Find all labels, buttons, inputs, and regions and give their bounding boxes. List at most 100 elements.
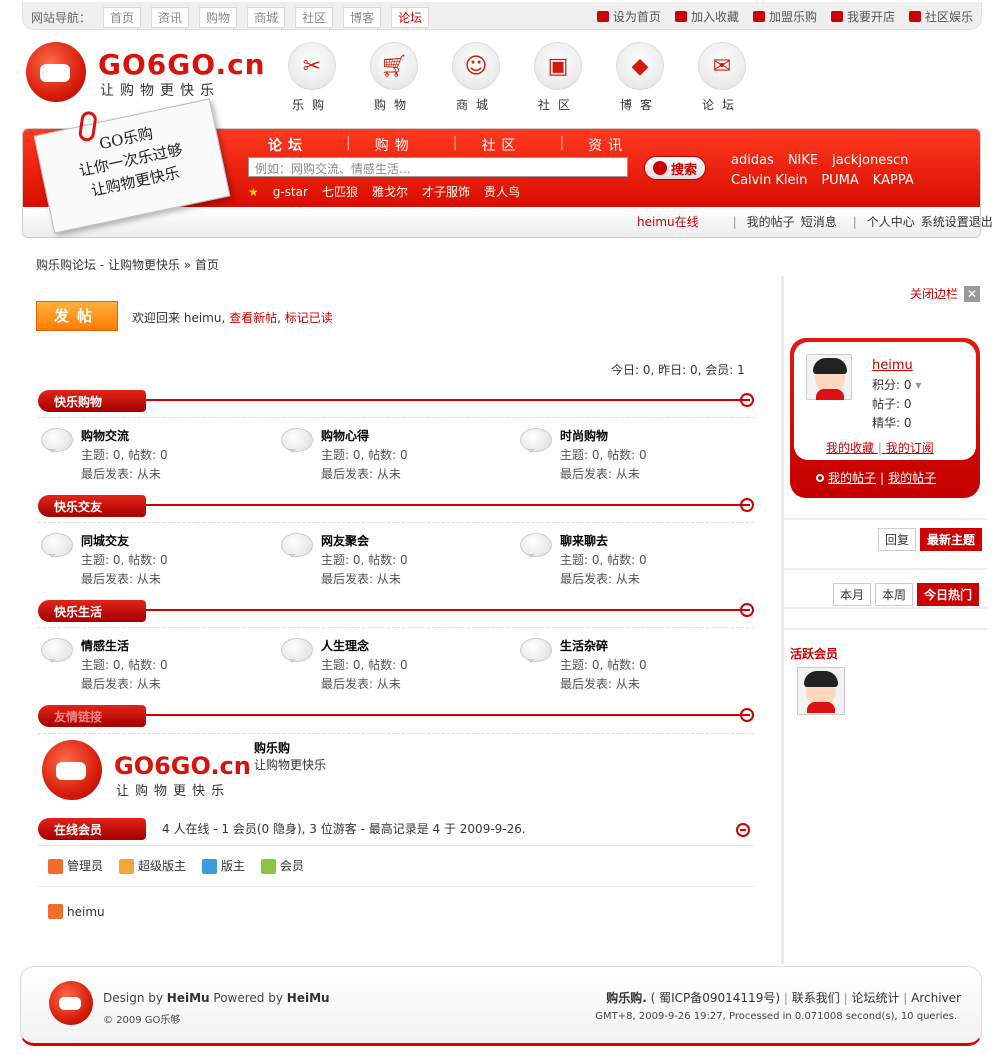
close-sidebar[interactable]: 关闭边栏 ✕ [910,285,981,302]
my-favorites-link[interactable]: 我的收藏 [826,441,874,455]
new-post-button[interactable]: 发帖 [36,301,118,331]
site-nav-item-forum[interactable]: 论坛 [391,7,430,28]
collapse-icon[interactable] [740,393,754,407]
forum-item[interactable]: 网友聚会 主题: 0, 帖数: 0 最后发表: 从未 [281,533,521,593]
friend-link-logo[interactable]: GO6GO.cn 让购物更快乐 [42,740,252,802]
brand-link[interactable]: NIKE [788,151,818,171]
category-title[interactable]: 快乐购物 [38,390,146,412]
search-button[interactable]: 搜索 [644,156,706,180]
brand-link[interactable]: KAPPA [873,171,914,191]
tab-this-week[interactable]: 本周 [875,583,914,606]
active-member-avatar[interactable] [797,667,845,715]
forum-item[interactable]: 聊来聊去 主题: 0, 帖数: 0 最后发表: 从未 [520,533,760,593]
site-nav-item-home[interactable]: 首页 [103,7,142,28]
tab-shopping[interactable]: 购物 [375,135,435,155]
footer-icp[interactable]: ( 蜀ICP备09014119号) [651,991,780,1005]
online-user[interactable]: heimu [48,904,105,919]
forum-item[interactable]: 生活杂碎 主题: 0, 帖数: 0 最后发表: 从未 [520,638,760,698]
site-nav-item-community[interactable]: 社区 [295,7,334,28]
my-posts-link[interactable]: 我的帖子 [888,469,936,486]
avatar[interactable] [806,354,852,400]
channel-blog[interactable]: ◆ 博客 [616,42,698,113]
messages-link[interactable]: 短消息 [801,213,837,230]
breadcrumb-site[interactable]: 购乐购论坛 - 让购物更快乐 [36,258,180,272]
collapse-icon[interactable] [740,498,754,512]
brand-link[interactable]: PUMA [821,171,858,191]
brand-link[interactable]: Calvin Klein [731,171,807,191]
tab-latest-topics[interactable]: 最新主题 [920,528,983,551]
profile-username[interactable]: heimu [872,358,913,373]
contact-link[interactable]: 联系我们 [792,991,840,1005]
channel-mall[interactable]: ☺ 商城 [452,42,534,113]
open-shop-link[interactable]: 我要开店 [830,8,895,25]
add-favorite-link[interactable]: 加入收藏 [674,8,739,25]
site-nav-item-blog[interactable]: 博客 [343,7,382,28]
tab-forum[interactable]: 论坛 [268,135,328,163]
forum-name[interactable]: 购物心得 [321,427,369,444]
join-link[interactable]: 加盟乐购 [752,8,817,25]
forum-name[interactable]: 网友聚会 [321,532,369,549]
forum-item[interactable]: 同城交友 主题: 0, 帖数: 0 最后发表: 从未 [41,533,281,593]
close-sidebar-label[interactable]: 关闭边栏 [910,285,958,302]
channel-legou[interactable]: ✂ 乐购 [288,42,370,113]
stats-link[interactable]: 论坛统计 [851,991,899,1005]
online-username[interactable]: heimu在线 [637,213,699,230]
forum-name[interactable]: 聊来聊去 [560,532,608,549]
forum-item[interactable]: 购物交流 主题: 0, 帖数: 0 最后发表: 从未 [41,428,281,488]
footer-powerer[interactable]: HeiMu [287,991,330,1005]
footer-designer[interactable]: HeiMu [167,991,210,1005]
archiver-link[interactable]: Archiver [911,991,961,1005]
site-nav-item-shopping[interactable]: 购物 [199,7,238,28]
channel-forum[interactable]: ✉ 论坛 [698,42,780,113]
hot-word[interactable]: 七匹狼 [322,183,358,200]
my-subscriptions-link[interactable]: 我的订阅 [886,441,934,455]
forum-name[interactable]: 购物交流 [81,427,129,444]
forum-name[interactable]: 情感生活 [81,637,129,654]
settings-link[interactable]: 系统设置 [921,213,969,230]
tab-news[interactable]: 资讯 [588,135,648,155]
forum-item[interactable]: 人生理念 主题: 0, 帖数: 0 最后发表: 从未 [281,638,521,698]
footer-site-name[interactable]: 购乐购. [606,991,647,1005]
site-logo[interactable]: GO6GO.cn 让购物更快乐 [26,42,265,104]
category-title[interactable]: 快乐生活 [38,600,146,622]
forum-name[interactable]: 时尚购物 [560,427,608,444]
collapse-icon[interactable] [740,708,754,722]
logout-link[interactable]: 退出 [969,213,993,230]
forum-item[interactable]: 购物心得 主题: 0, 帖数: 0 最后发表: 从未 [281,428,521,488]
online-title[interactable]: 在线会员 [38,818,146,840]
set-homepage-link[interactable]: 设为首页 [596,8,661,25]
channel-shopping[interactable]: 🛒︎ 购物 [370,42,452,113]
forum-name[interactable]: 同城交友 [81,532,129,549]
tab-community[interactable]: 社区 [481,135,541,155]
search-input[interactable]: 例如：网购交流、情感生活... [248,157,628,177]
forum-item[interactable]: 情感生活 主题: 0, 帖数: 0 最后发表: 从未 [41,638,281,698]
collapse-icon[interactable] [736,823,750,837]
tab-today-hot[interactable]: 今日热门 [917,583,980,606]
channel-community[interactable]: ▣ 社区 [534,42,616,113]
mark-read-link[interactable]: 标记已读 [285,311,333,325]
forum-name[interactable]: 人生理念 [321,637,369,654]
online-username[interactable]: heimu [67,905,105,919]
brand-link[interactable]: adidas [731,151,774,171]
collapse-icon[interactable] [740,603,754,617]
brand-link[interactable]: jackjonescn [832,151,908,171]
category-title[interactable]: 快乐交友 [38,495,146,517]
my-posts-link[interactable]: 我的帖子 [747,213,795,230]
chevron-down-icon[interactable]: ▾ [915,378,921,392]
forum-name[interactable]: 生活杂碎 [560,637,608,654]
hot-word[interactable]: 雅戈尔 [372,183,408,200]
view-new-posts-link[interactable]: 查看新帖 [229,311,277,325]
hot-word[interactable]: 贵人鸟 [484,183,520,200]
tab-replies[interactable]: 回复 [878,528,917,551]
forum-item[interactable]: 时尚购物 主题: 0, 帖数: 0 最后发表: 从未 [520,428,760,488]
tab-this-month[interactable]: 本月 [833,583,872,606]
community-fun-link[interactable]: 社区娱乐 [908,8,973,25]
friend-link-name[interactable]: 购乐购 [254,740,326,757]
hot-word[interactable]: g-star [273,185,308,199]
close-icon[interactable]: ✕ [964,285,981,302]
site-nav-item-news[interactable]: 资讯 [151,7,190,28]
my-posts-link[interactable]: 我的帖子 [828,469,876,486]
hot-word[interactable]: 才子服饰 [422,183,470,200]
user-center-link[interactable]: 个人中心 [867,213,915,230]
site-nav-item-mall[interactable]: 商城 [247,7,286,28]
